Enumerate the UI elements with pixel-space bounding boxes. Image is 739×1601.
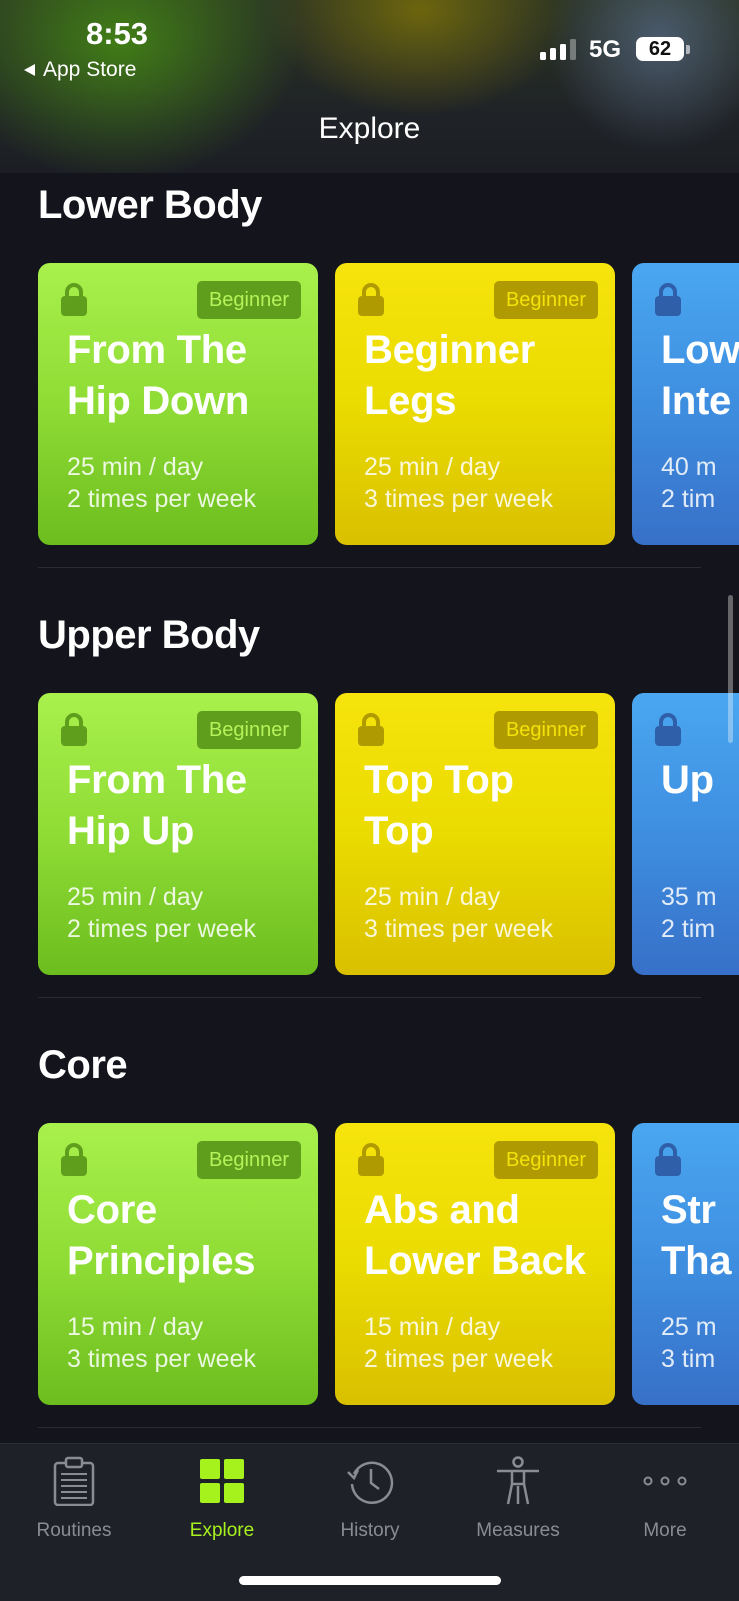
level-badge: Beginner (493, 711, 598, 749)
lock-icon (655, 283, 681, 316)
program-title: Beginner Legs (364, 328, 535, 423)
program-card[interactable]: Str Tha 25 m 3 tim (632, 1123, 739, 1405)
section-title: Core (38, 1043, 128, 1087)
navigation-header: 8:53 App Store 5G 62 Explore (0, 0, 739, 173)
tab-routines[interactable]: Routines (0, 1444, 148, 1554)
lock-icon (655, 1143, 681, 1176)
program-meta: 25 m 3 tim (661, 1311, 717, 1375)
battery-cap (686, 45, 690, 54)
lock-icon (61, 283, 87, 316)
program-duration: 25 m (661, 1313, 717, 1341)
status-time: 8:53 (86, 16, 149, 51)
more-dots-icon (643, 1476, 687, 1486)
tab-history[interactable]: History (296, 1444, 444, 1554)
program-carousel[interactable]: Beginner From The Hip Up 25 min / day 2 … (38, 693, 739, 975)
program-frequency: 3 times per week (364, 485, 553, 513)
level-badge: Beginner (196, 1141, 301, 1179)
program-meta: 40 m 2 tim (661, 451, 717, 515)
program-meta: 25 min / day 3 times per week (364, 881, 553, 945)
tab-label: Measures (476, 1520, 560, 1541)
program-meta: 35 m 2 tim (661, 881, 717, 945)
program-title: Top Top Top (364, 758, 514, 853)
tab-label: Routines (36, 1520, 112, 1541)
program-title: Low Inte (661, 328, 739, 423)
program-duration: 40 m (661, 453, 717, 481)
back-app-label: App Store (43, 58, 137, 81)
section-divider (38, 997, 701, 998)
lock-icon (61, 1143, 87, 1176)
program-duration: 25 min / day (67, 453, 204, 481)
program-frequency: 2 tim (661, 915, 716, 943)
program-card[interactable]: Beginner From The Hip Up 25 min / day 2 … (38, 693, 318, 975)
program-frequency: 2 times per week (67, 485, 256, 513)
level-badge: Beginner (196, 281, 301, 319)
history-clock-icon (347, 1461, 394, 1505)
program-card[interactable]: Beginner Abs and Lower Back 15 min / day… (335, 1123, 615, 1405)
cellular-signal-icon (540, 38, 576, 60)
lock-icon (358, 283, 384, 316)
level-badge: Beginner (493, 281, 598, 319)
program-frequency: 2 tim (661, 485, 716, 513)
tab-label: More (643, 1520, 687, 1541)
section-title: Upper Body (38, 613, 260, 657)
program-title: Str Tha (661, 1188, 732, 1283)
program-title: From The Hip Down (67, 328, 250, 423)
level-badge: Beginner (493, 1141, 598, 1179)
program-duration: 35 m (661, 883, 717, 911)
tab-label: History (340, 1520, 400, 1541)
program-duration: 25 min / day (67, 883, 204, 911)
program-card[interactable]: Up 35 m 2 tim (632, 693, 739, 975)
program-title: Core Principles (67, 1188, 256, 1283)
back-arrow-icon (24, 64, 35, 76)
program-frequency: 2 times per week (364, 1345, 553, 1373)
clipboard-icon (53, 1456, 95, 1506)
program-duration: 15 min / day (364, 1313, 501, 1341)
program-carousel[interactable]: Beginner Core Principles 15 min / day 3 … (38, 1123, 739, 1405)
lock-icon (655, 713, 681, 746)
home-indicator[interactable] (239, 1576, 501, 1585)
program-frequency: 3 times per week (364, 915, 553, 943)
network-type: 5G (589, 36, 622, 63)
scroll-indicator[interactable] (728, 595, 733, 743)
program-title: Abs and Lower Back (364, 1188, 586, 1283)
program-title: Up (661, 758, 714, 802)
body-figure-icon (497, 1456, 539, 1505)
program-duration: 25 min / day (364, 883, 501, 911)
program-meta: 15 min / day 2 times per week (364, 1311, 553, 1375)
program-card[interactable]: Beginner Beginner Legs 25 min / day 3 ti… (335, 263, 615, 545)
explore-scroll-view[interactable]: Lower Body Beginner From The Hip Down 25… (0, 173, 739, 1443)
tab-label: Explore (189, 1520, 255, 1541)
tab-measures[interactable]: Measures (444, 1444, 592, 1554)
section-divider (38, 567, 701, 568)
lock-icon (358, 713, 384, 746)
program-meta: 15 min / day 3 times per week (67, 1311, 256, 1375)
tab-explore[interactable]: Explore (148, 1444, 296, 1554)
lock-icon (61, 713, 87, 746)
lock-icon (358, 1143, 384, 1176)
program-frequency: 3 times per week (67, 1345, 256, 1373)
battery-icon: 62 (636, 37, 684, 61)
program-frequency: 3 tim (661, 1345, 716, 1373)
program-duration: 15 min / day (67, 1313, 204, 1341)
section-divider (38, 1427, 701, 1428)
level-badge: Beginner (196, 711, 301, 749)
grid-icon (200, 1459, 244, 1503)
program-card[interactable]: Low Inte 40 m 2 tim (632, 263, 739, 545)
program-frequency: 2 times per week (67, 915, 256, 943)
section-title: Lower Body (38, 183, 262, 227)
page-title: Explore (318, 112, 421, 145)
program-meta: 25 min / day 2 times per week (67, 451, 256, 515)
program-card[interactable]: Beginner Top Top Top 25 min / day 3 time… (335, 693, 615, 975)
program-meta: 25 min / day 3 times per week (364, 451, 553, 515)
program-card[interactable]: Beginner From The Hip Down 25 min / day … (38, 263, 318, 545)
back-to-app-store-link[interactable]: App Store (24, 58, 136, 82)
program-duration: 25 min / day (364, 453, 501, 481)
program-meta: 25 min / day 2 times per week (67, 881, 256, 945)
program-card[interactable]: Beginner Core Principles 15 min / day 3 … (38, 1123, 318, 1405)
battery-level: 62 (648, 37, 672, 60)
tab-more[interactable]: More (591, 1444, 739, 1554)
program-title: From The Hip Up (67, 758, 247, 853)
program-carousel[interactable]: Beginner From The Hip Down 25 min / day … (38, 263, 739, 545)
